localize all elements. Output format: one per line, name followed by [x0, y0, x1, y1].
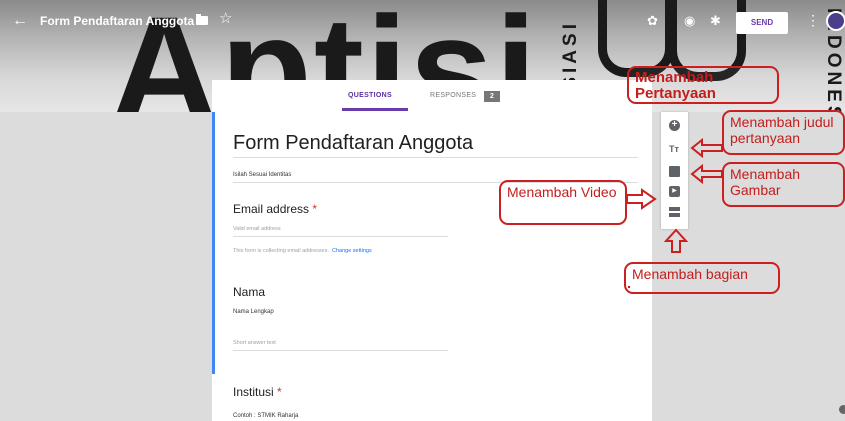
arrow-video	[626, 188, 657, 210]
arrow-section	[663, 228, 689, 253]
arrow-title	[690, 137, 723, 159]
callout-arrows	[626, 137, 723, 253]
arrow-image	[690, 163, 723, 185]
